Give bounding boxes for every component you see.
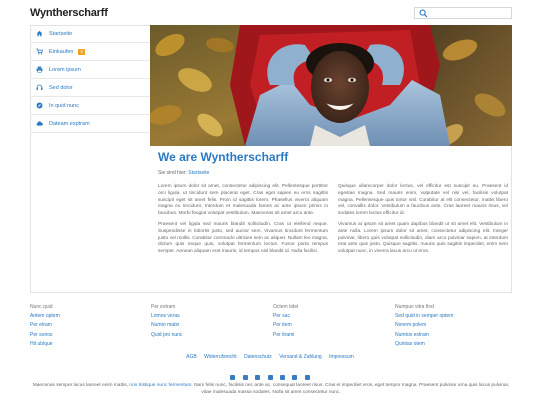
hero-image xyxy=(150,25,512,146)
sidebar-item-label: In quid nunc xyxy=(49,102,79,109)
sidebar-item-dateam-exptram[interactable]: Dateam exptram xyxy=(30,115,150,133)
text-columns: Lorem ipsum dolor sit amet, consectetur … xyxy=(158,184,508,260)
search-icon[interactable] xyxy=(419,9,428,18)
site-logo[interactable]: Wyntherscharff xyxy=(30,7,108,19)
twitter-icon[interactable] xyxy=(242,375,248,380)
footer-link-datenschutz[interactable]: Datenschutz xyxy=(244,354,272,360)
copy-text-pre: Maecenas semper lacus laoreet enim matti… xyxy=(32,383,128,388)
mail-icon[interactable] xyxy=(230,375,236,380)
paragraph: Praesent vel ligula sed mauris blandit s… xyxy=(158,221,328,255)
header: Wyntherscharff xyxy=(0,0,540,25)
footer-heading: Numpus vitra find xyxy=(395,304,434,310)
copy-link[interactable]: non tristique nunc fermentum. xyxy=(129,383,192,388)
text-column-left: Lorem ipsum dolor sit amet, consectetur … xyxy=(158,184,328,260)
footer-link-agb[interactable]: AGB xyxy=(186,354,197,360)
footer-column-3: Octem tidel Per sac Per item Per itrami xyxy=(273,303,298,340)
pinterest-icon[interactable] xyxy=(304,375,310,380)
sidebar-item-label: Dateam exptram xyxy=(49,120,90,127)
footer-link-widerrufsrecht[interactable]: Widerrufsrecht xyxy=(204,354,237,360)
footer-legal-links: AGB Widerrufsrecht Datenschutz Versand &… xyxy=(0,354,540,360)
footer-link[interactable]: Hit ubique xyxy=(30,340,60,349)
paragraph: Lorem ipsum dolor sit amet, consectetur … xyxy=(158,184,328,217)
sidebar-item-label: Startseite xyxy=(49,30,73,37)
footer-copy: Maecenas semper lacus laoreet enim matti… xyxy=(30,382,512,396)
page-title: We are Wyntherscharff xyxy=(158,150,289,164)
page: Wyntherscharff Startseite Einkaufen 0 Lo… xyxy=(0,0,540,405)
cart-icon xyxy=(35,48,43,56)
footer-link[interactable]: Numtos extram xyxy=(395,331,453,340)
footer-link[interactable]: Per etram xyxy=(30,321,60,330)
footer-link-versand[interactable]: Versand & Zahlung xyxy=(279,354,322,360)
home-icon xyxy=(35,30,43,38)
breadcrumb-prefix: Sie sind hier: xyxy=(158,170,187,176)
sidebar-item-lorem-ipsum[interactable]: Lorem ipsum xyxy=(30,61,150,79)
xing-icon[interactable] xyxy=(267,375,273,380)
footer-heading: Per extram xyxy=(151,304,176,310)
footer-heading: Nunc quid xyxy=(30,304,53,310)
footer-link[interactable]: Per sac xyxy=(273,312,298,321)
linkedin-icon[interactable] xyxy=(279,375,285,380)
breadcrumb: Sie sind hier: Startseite xyxy=(158,170,508,176)
footer-link[interactable]: Per itrami xyxy=(273,331,298,340)
sidebar-item-startseite[interactable]: Startseite xyxy=(30,25,150,43)
footer-link[interactable]: Nonem polem xyxy=(395,321,453,330)
footer-link[interactable]: Per sonos xyxy=(30,331,60,340)
footer-link[interactable]: Quintas otem xyxy=(395,340,453,349)
facebook-icon[interactable] xyxy=(255,375,261,380)
footer-heading: Octem tidel xyxy=(273,304,299,310)
sidebar-item-label: Sed dolor xyxy=(49,84,73,91)
paragraph: Vivamus at ipsum sit amet quam dapibus b… xyxy=(338,221,508,255)
sidebar-item-in-quid-nunc[interactable]: In quid nunc xyxy=(30,97,150,115)
search-box[interactable] xyxy=(414,7,512,19)
text-column-right: Quisque ullamcorper dolor lectus, vel ef… xyxy=(338,184,508,260)
footer-column-4: Numpus vitra find Sed quid in semper opt… xyxy=(395,303,453,349)
search-input[interactable] xyxy=(431,8,509,18)
cart-count-badge: 0 xyxy=(78,48,85,55)
footer-link[interactable]: Sed quid in semper optem xyxy=(395,312,453,321)
headset-icon xyxy=(35,84,43,92)
paragraph: Quisque ullamcorper dolor lectus, vel ef… xyxy=(338,184,508,217)
youtube-icon[interactable] xyxy=(292,375,298,380)
sidebar-item-label: Lorem ipsum xyxy=(49,66,81,73)
footer-link[interactable]: Lomos veras xyxy=(151,312,182,321)
sidebar-item-label: Einkaufen xyxy=(49,48,74,55)
footer-link[interactable]: Per item xyxy=(273,321,298,330)
footer-link-impressum[interactable]: Impressum xyxy=(329,354,354,360)
footer-column-2: Per extram Lomos veras Numto matio Quid … xyxy=(151,303,182,340)
cloud-icon xyxy=(35,120,43,128)
sidebar-item-sed-dolor[interactable]: Sed dolor xyxy=(30,79,150,97)
sidebar: Startseite Einkaufen 0 Lorem ipsum Sed d… xyxy=(30,25,150,135)
footer-link[interactable]: Quid pro nunc xyxy=(151,331,182,340)
printer-icon xyxy=(35,66,43,74)
footer-columns: Nunc quid Antem optem Per etram Per sono… xyxy=(30,303,512,349)
main-content: We are Wyntherscharff Sie sind hier: Sta… xyxy=(158,150,508,254)
footer-link[interactable]: Numto matio xyxy=(151,321,182,330)
footer-column-1: Nunc quid Antem optem Per etram Per sono… xyxy=(30,303,60,349)
sidebar-item-einkaufen[interactable]: Einkaufen 0 xyxy=(30,43,150,61)
hero-photo xyxy=(150,25,512,146)
breadcrumb-link-startseite[interactable]: Startseite xyxy=(188,170,209,176)
footer-link[interactable]: Antem optem xyxy=(30,312,60,321)
compass-icon xyxy=(35,102,43,110)
copy-text-post: Nam felis nunc, facilisis nec ante ac, c… xyxy=(194,383,510,395)
